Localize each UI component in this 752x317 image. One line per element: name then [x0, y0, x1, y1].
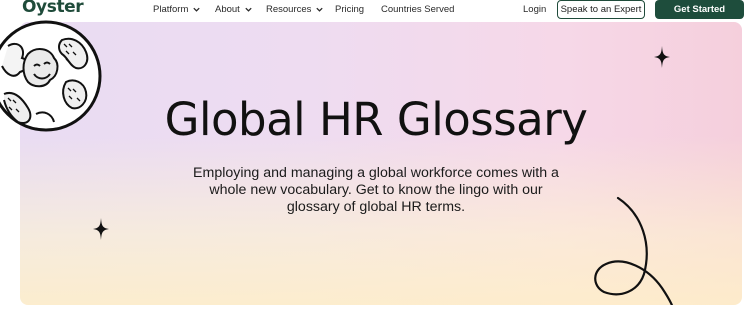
login-link[interactable]: Login [523, 4, 546, 15]
get-started-button[interactable]: Get Started [655, 0, 744, 19]
nav-about[interactable]: About [215, 4, 253, 15]
nav-platform[interactable]: Platform [153, 4, 201, 15]
page-divider [0, 305, 752, 317]
nav-pricing-label: Pricing [335, 4, 365, 15]
sparkle-icon [93, 218, 109, 240]
login-label: Login [523, 4, 547, 15]
nav-pricing[interactable]: Pricing [335, 4, 364, 15]
nav-resources-label: Resources [266, 4, 312, 15]
hero-subtitle: Employing and managing a global workforc… [193, 165, 559, 215]
page-title: Global HR Glossary [164, 93, 588, 146]
nav-platform-label: Platform [153, 4, 189, 15]
chevron-down-icon [245, 7, 252, 12]
get-started-label: Get Started [673, 4, 726, 15]
nav-about-label: About [215, 4, 240, 15]
brand-logo[interactable]: Oyster [22, 0, 84, 17]
top-navigation: Oyster Platform About Resources Pricing … [0, 0, 752, 22]
speak-to-expert-label: Speak to an Expert [560, 4, 642, 15]
nav-resources[interactable]: Resources [266, 4, 324, 15]
loop-swirl-icon [594, 196, 678, 317]
chevron-down-icon [193, 7, 201, 12]
nav-countries-served[interactable]: Countries Served [381, 4, 454, 15]
speak-to-expert-button[interactable]: Speak to an Expert [557, 0, 645, 19]
sparkle-icon [654, 46, 670, 68]
nav-countries-served-label: Countries Served [381, 4, 455, 15]
chevron-down-icon [316, 7, 324, 12]
